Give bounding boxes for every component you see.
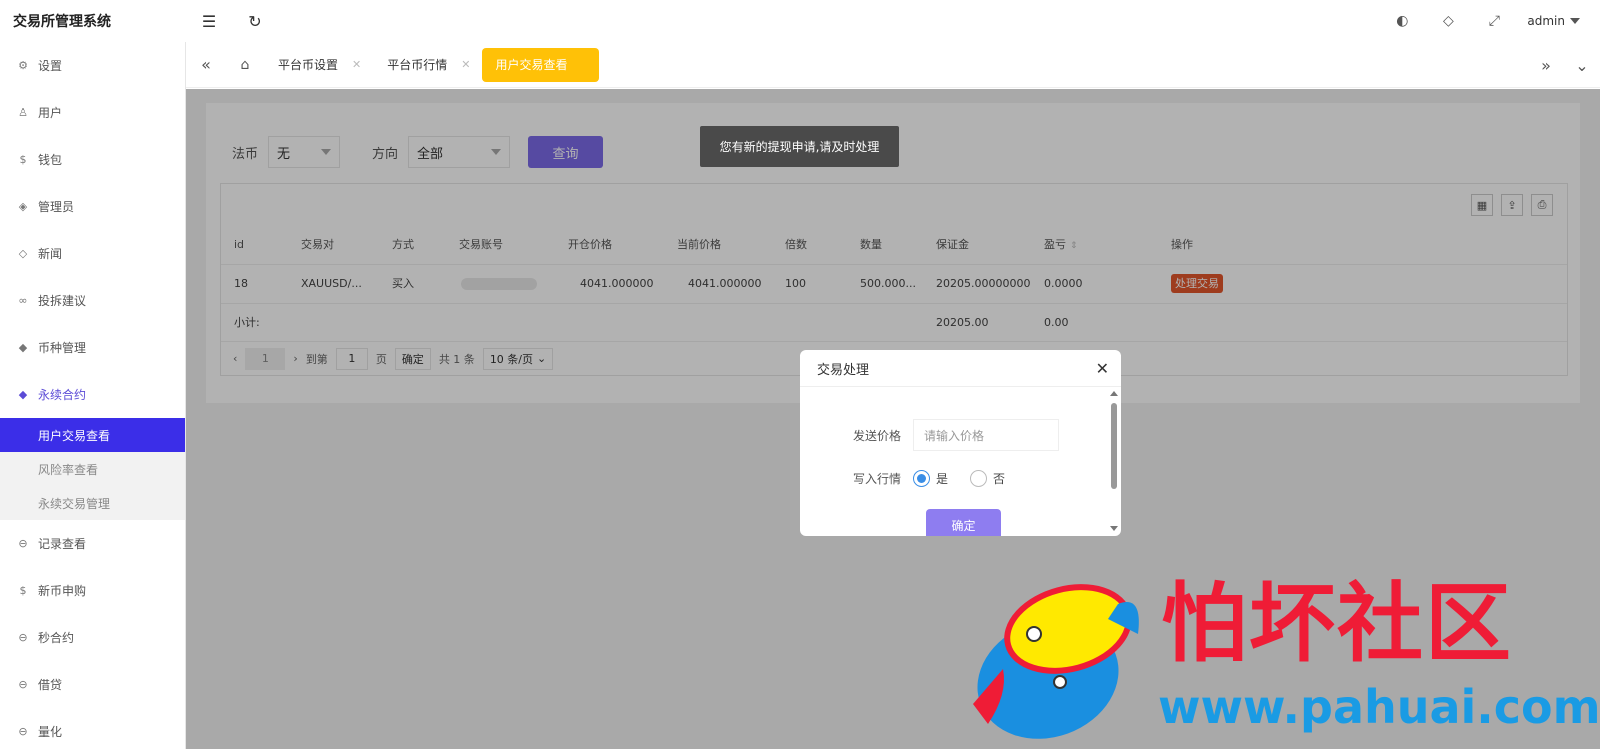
watermark-text: 怕坏社区 [1161,573,1513,674]
radio-checked-icon [913,470,930,487]
sidebar-item-suggestions[interactable]: ∞ 投拆建议 [0,277,185,324]
palette-icon[interactable]: ◐ [1379,0,1425,42]
close-icon[interactable]: ✕ [1096,359,1109,378]
radio-yes[interactable]: 是 [913,470,948,487]
market-label: 写入行情 [852,472,901,486]
tab-platform-coin-settings[interactable]: 平台币设置 ✕ [264,48,373,82]
clock-icon: ⊖ [18,631,28,644]
chevron-down-icon[interactable]: ⌄ [1564,56,1600,75]
tabs-scroll-right-icon[interactable]: » [1528,56,1564,75]
price-label: 发送价格 [852,428,901,443]
dialog-header: 交易处理 ✕ [800,350,1121,387]
watermark-url: www.pahuai.com [1158,680,1600,734]
gear-icon: ⚙ [18,59,28,72]
sidebar-subitem-perpetual-trades[interactable]: 永续交易管理 [0,486,185,520]
home-icon[interactable]: ⌂ [226,57,264,73]
sidebar-item-currency[interactable]: ◆ 币种管理 [0,324,185,371]
sidebar-item-wallet[interactable]: $ 钱包 [0,136,185,183]
user-menu[interactable]: admin [1517,14,1600,28]
dialog-body: 发送价格 请输入价格 写入行情 是 否 确定 [800,387,1121,536]
radio-unchecked-icon [970,470,988,487]
sidebar-item-perpetual[interactable]: ◆ 永续合约 [0,371,185,418]
scroll-down-icon[interactable] [1110,526,1118,531]
close-icon[interactable]: ✕ [352,58,361,71]
coin-icon: $ [19,153,27,166]
sidebar-item-quant[interactable]: ⊖ 量化 [0,708,185,749]
chevron-down-icon [1570,18,1580,24]
scroll-thumb[interactable] [1111,403,1117,489]
close-icon[interactable]: ✕ [461,58,470,71]
trade-dialog: 交易处理 ✕ 发送价格 请输入价格 写入行情 是 否 确定 [800,350,1121,536]
sidebar-item-admins[interactable]: ◈ 管理员 [0,183,185,230]
withdraw-toast: 您有新的提现申请,请及时处理 [700,126,899,167]
menu-toggle-icon[interactable]: ☰ [186,0,232,42]
sidebar-item-settings[interactable]: ⚙ 设置 [0,42,185,89]
user-name: admin [1527,14,1565,28]
fish-logo-icon [973,584,1139,739]
shield-icon: ◈ [18,200,28,213]
sidebar-subitem-user-trades[interactable]: 用户交易查看 [0,418,185,452]
app-title: 交易所管理系统 [13,14,111,30]
tabs-bar: « ⌂ 平台币设置 ✕ 平台币行情 ✕ 用户交易查看 » ⌄ [186,42,1600,88]
sidebar-subitem-risk-rate[interactable]: 风险率查看 [0,452,185,486]
radio-no[interactable]: 否 [970,470,1005,487]
user-icon: ♙ [18,106,28,119]
watermark: 怕坏社区 www.pahuai.com [968,573,1600,744]
dialog-scrollbar[interactable] [1110,391,1118,531]
dialog-confirm-button[interactable]: 确定 [926,509,1001,536]
tag-icon: ◇ [18,247,28,260]
clock-icon: ⊖ [18,678,28,691]
dialog-title: 交易处理 [817,362,870,378]
sidebar-submenu: 用户交易查看 风险率查看 永续交易管理 [0,418,185,520]
sidebar-item-new-coin[interactable]: $ 新币申购 [0,567,185,614]
top-header: 交易所管理系统 ☰ ↻ ◐ ◇ ⤢ admin [0,0,1600,42]
refresh-icon[interactable]: ↻ [232,0,278,42]
scroll-up-icon[interactable] [1110,391,1118,396]
fullscreen-icon[interactable]: ⤢ [1471,0,1517,42]
link-icon: ∞ [18,294,28,307]
price-input[interactable]: 请输入价格 [913,419,1059,451]
tab-platform-coin-market[interactable]: 平台币行情 ✕ [373,48,482,82]
diamond-icon: ◆ [18,341,28,354]
tabs-scroll-left-icon[interactable]: « [186,55,226,74]
tag-icon[interactable]: ◇ [1425,0,1471,42]
sidebar-item-loan[interactable]: ⊖ 借贷 [0,661,185,708]
diamond-icon: ◆ [18,388,28,401]
sidebar-item-news[interactable]: ◇ 新闻 [0,230,185,277]
coin-icon: $ [19,584,27,597]
sidebar-item-records[interactable]: ⊖ 记录查看 [0,520,185,567]
clock-icon: ⊖ [18,725,28,738]
sidebar: ⚙ 设置 ♙ 用户 $ 钱包 ◈ 管理员 ◇ 新闻 ∞ 投拆建议 ◆ 币种管理 ◆ 永续合约 用… [0,42,186,749]
tab-user-trades[interactable]: 用户交易查看 [482,47,600,82]
sidebar-item-second-contract[interactable]: ⊖ 秒合约 [0,614,185,661]
sidebar-item-users[interactable]: ♙ 用户 [0,89,185,136]
clock-icon: ⊖ [18,537,28,550]
